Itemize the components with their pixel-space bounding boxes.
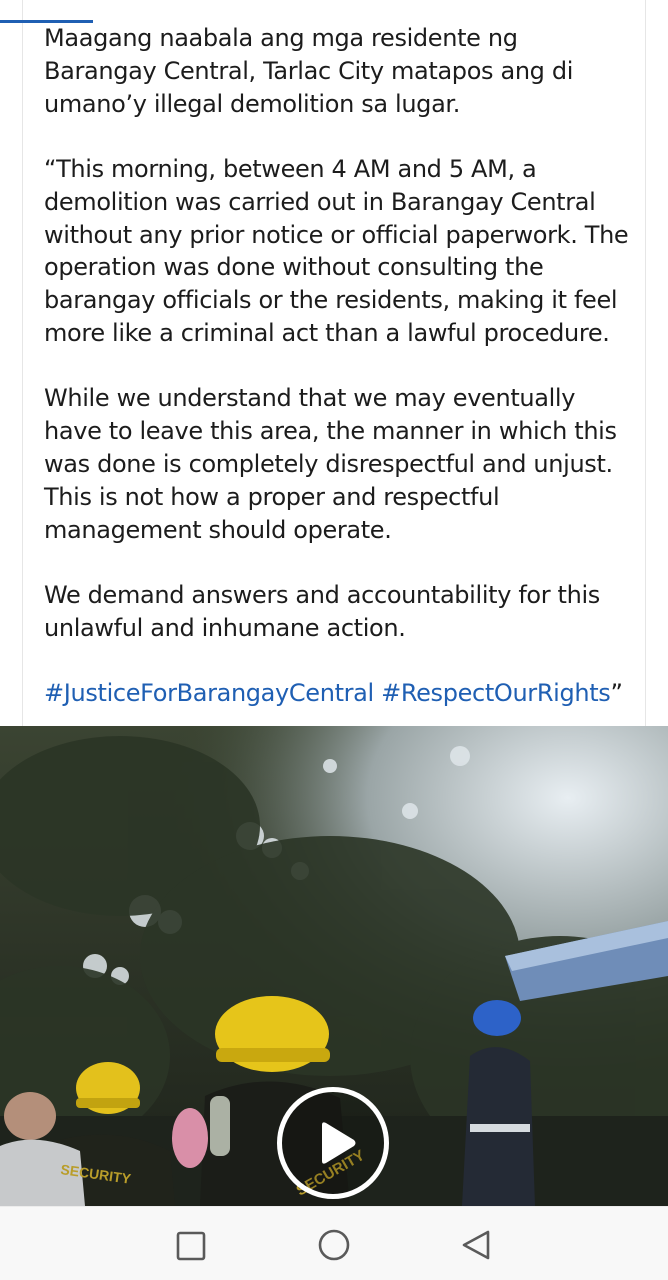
hashtag-justice-for-barangay-central[interactable]: #JusticeForBarangayCentral [44,679,374,707]
paragraph-2: “This morning, between 4 AM and 5 AM, a … [44,154,629,347]
play-button[interactable] [277,1087,389,1199]
post-content: Maagang naabala ang mga residente ng Bar… [0,0,668,726]
post-body: Maagang naabala ang mga residente ng Bar… [44,22,634,743]
paragraph-4: We demand answers and accountability for… [44,580,600,642]
play-icon [322,1122,356,1164]
square-recents-icon[interactable] [172,1227,208,1263]
hashtag-respect-our-rights[interactable]: #RespectOurRights [381,679,611,707]
circle-home-icon[interactable] [316,1227,352,1263]
closing-quote: ” [610,679,623,708]
triangle-back-icon[interactable] [458,1227,494,1263]
system-navigation-bar [0,1206,668,1280]
paragraph-1: Maagang naabala ang mga residente ng Bar… [44,24,574,118]
paragraph-3: While we understand that we may eventual… [44,384,617,544]
hashtag-line: #JusticeForBarangayCentral #RespectOurRi… [44,677,634,710]
